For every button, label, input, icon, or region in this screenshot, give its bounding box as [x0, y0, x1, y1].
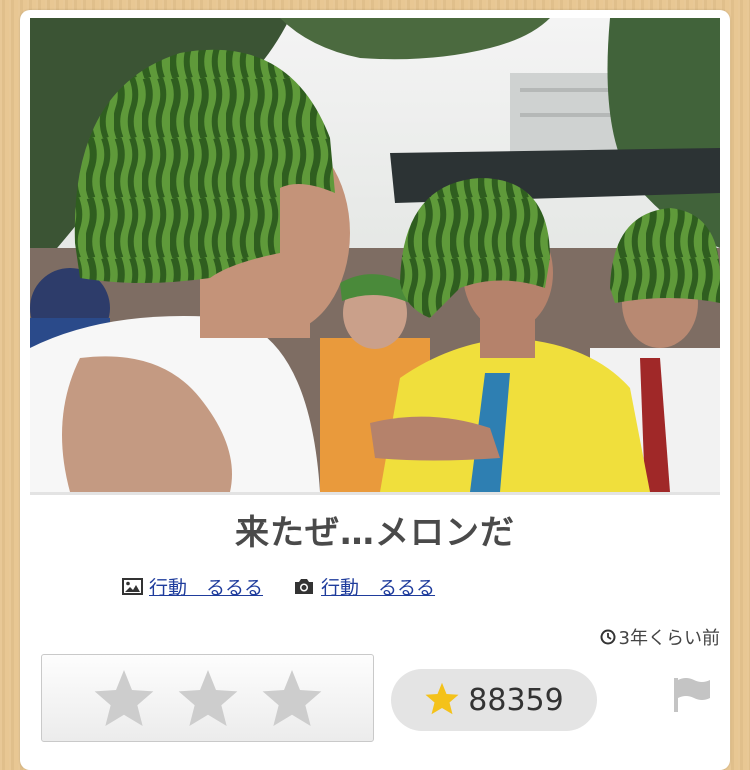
post-time: 3年くらい前 [600, 624, 720, 650]
score-badge: 88359 [391, 669, 597, 731]
post-title: 来たぜ…メロンだ [235, 513, 515, 553]
score-value: 88359 [468, 682, 564, 718]
time-ago-label: 3年くらい前 [618, 628, 720, 649]
rate-star-1[interactable] [92, 667, 156, 729]
photo-credit: 行動 るるる [293, 573, 435, 600]
camera-icon [293, 577, 315, 595]
image-icon [122, 577, 143, 595]
star-icon [178, 670, 237, 726]
clock-icon [600, 629, 616, 645]
image-credit-link[interactable]: 行動 るるる [149, 573, 263, 600]
watermelon-helmets-photo [30, 18, 720, 492]
credits-row: 行動 るるる 行動 るるる [122, 572, 465, 600]
photo-credit-link[interactable]: 行動 るるる [321, 573, 435, 600]
rate-star-2[interactable] [176, 667, 240, 729]
report-flag-icon[interactable] [672, 676, 712, 718]
rate-star-3[interactable] [260, 667, 324, 729]
star-icon [94, 670, 153, 726]
star-rating [41, 654, 374, 742]
image-credit: 行動 るるる [122, 573, 263, 600]
star-icon [262, 670, 321, 726]
post-photo[interactable] [30, 18, 720, 495]
score-star-icon [424, 681, 460, 720]
